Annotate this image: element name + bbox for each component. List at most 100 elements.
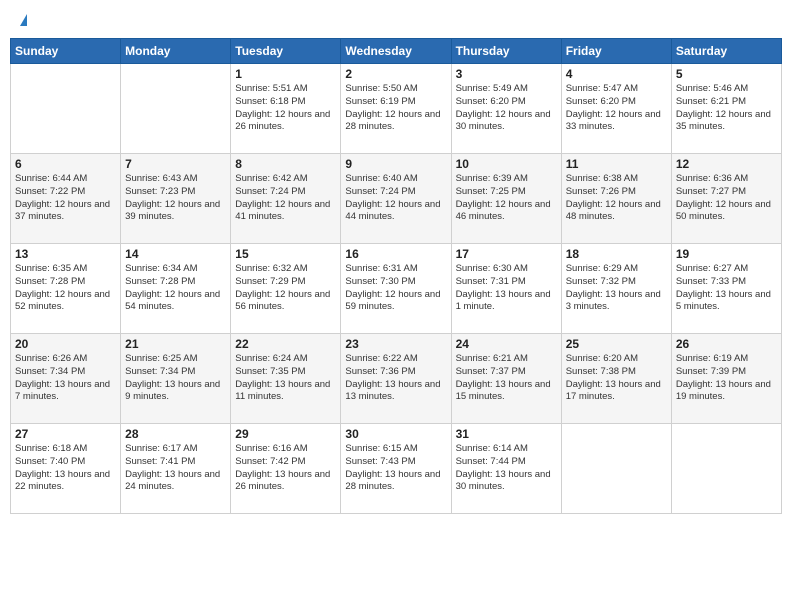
calendar-cell: 14 Sunrise: 6:34 AMSunset: 7:28 PMDaylig… [121,244,231,334]
day-detail: Sunrise: 6:29 AMSunset: 7:32 PMDaylight:… [566,263,667,314]
column-header-saturday: Saturday [671,39,781,64]
day-detail: Sunrise: 6:17 AMSunset: 7:41 PMDaylight:… [125,443,226,494]
day-number: 31 [456,427,557,441]
day-detail: Sunrise: 6:24 AMSunset: 7:35 PMDaylight:… [235,353,336,404]
day-detail: Sunrise: 6:15 AMSunset: 7:43 PMDaylight:… [345,443,446,494]
day-number: 9 [345,157,446,171]
calendar-cell: 6 Sunrise: 6:44 AMSunset: 7:22 PMDayligh… [11,154,121,244]
calendar-cell: 31 Sunrise: 6:14 AMSunset: 7:44 PMDaylig… [451,424,561,514]
calendar-cell [561,424,671,514]
calendar-cell: 19 Sunrise: 6:27 AMSunset: 7:33 PMDaylig… [671,244,781,334]
calendar-cell: 9 Sunrise: 6:40 AMSunset: 7:24 PMDayligh… [341,154,451,244]
day-detail: Sunrise: 6:16 AMSunset: 7:42 PMDaylight:… [235,443,336,494]
calendar-cell: 3 Sunrise: 5:49 AMSunset: 6:20 PMDayligh… [451,64,561,154]
calendar-cell [11,64,121,154]
calendar-header-row: SundayMondayTuesdayWednesdayThursdayFrid… [11,39,782,64]
day-detail: Sunrise: 6:39 AMSunset: 7:25 PMDaylight:… [456,173,557,224]
day-detail: Sunrise: 5:51 AMSunset: 6:18 PMDaylight:… [235,83,336,134]
day-detail: Sunrise: 6:42 AMSunset: 7:24 PMDaylight:… [235,173,336,224]
day-number: 1 [235,67,336,81]
day-number: 27 [15,427,116,441]
column-header-thursday: Thursday [451,39,561,64]
day-number: 10 [456,157,557,171]
calendar-cell: 22 Sunrise: 6:24 AMSunset: 7:35 PMDaylig… [231,334,341,424]
day-number: 2 [345,67,446,81]
calendar-cell: 20 Sunrise: 6:26 AMSunset: 7:34 PMDaylig… [11,334,121,424]
day-detail: Sunrise: 6:34 AMSunset: 7:28 PMDaylight:… [125,263,226,314]
calendar-cell: 12 Sunrise: 6:36 AMSunset: 7:27 PMDaylig… [671,154,781,244]
calendar-cell: 27 Sunrise: 6:18 AMSunset: 7:40 PMDaylig… [11,424,121,514]
logo-triangle-icon [20,14,27,26]
day-detail: Sunrise: 6:32 AMSunset: 7:29 PMDaylight:… [235,263,336,314]
column-header-monday: Monday [121,39,231,64]
day-number: 16 [345,247,446,261]
calendar-cell: 5 Sunrise: 5:46 AMSunset: 6:21 PMDayligh… [671,64,781,154]
day-detail: Sunrise: 6:25 AMSunset: 7:34 PMDaylight:… [125,353,226,404]
day-number: 19 [676,247,777,261]
day-number: 14 [125,247,226,261]
calendar-cell: 17 Sunrise: 6:30 AMSunset: 7:31 PMDaylig… [451,244,561,334]
day-detail: Sunrise: 6:43 AMSunset: 7:23 PMDaylight:… [125,173,226,224]
column-header-tuesday: Tuesday [231,39,341,64]
day-detail: Sunrise: 6:44 AMSunset: 7:22 PMDaylight:… [15,173,116,224]
calendar-cell: 15 Sunrise: 6:32 AMSunset: 7:29 PMDaylig… [231,244,341,334]
day-detail: Sunrise: 6:35 AMSunset: 7:28 PMDaylight:… [15,263,116,314]
day-number: 30 [345,427,446,441]
calendar-cell: 4 Sunrise: 5:47 AMSunset: 6:20 PMDayligh… [561,64,671,154]
calendar-cell: 30 Sunrise: 6:15 AMSunset: 7:43 PMDaylig… [341,424,451,514]
day-number: 6 [15,157,116,171]
day-number: 28 [125,427,226,441]
day-number: 12 [676,157,777,171]
day-detail: Sunrise: 5:46 AMSunset: 6:21 PMDaylight:… [676,83,777,134]
day-number: 3 [456,67,557,81]
day-number: 8 [235,157,336,171]
calendar-week-5: 27 Sunrise: 6:18 AMSunset: 7:40 PMDaylig… [11,424,782,514]
calendar-cell: 2 Sunrise: 5:50 AMSunset: 6:19 PMDayligh… [341,64,451,154]
day-detail: Sunrise: 6:30 AMSunset: 7:31 PMDaylight:… [456,263,557,314]
calendar-cell: 21 Sunrise: 6:25 AMSunset: 7:34 PMDaylig… [121,334,231,424]
day-number: 18 [566,247,667,261]
day-detail: Sunrise: 6:18 AMSunset: 7:40 PMDaylight:… [15,443,116,494]
calendar-week-3: 13 Sunrise: 6:35 AMSunset: 7:28 PMDaylig… [11,244,782,334]
day-number: 13 [15,247,116,261]
calendar-cell: 10 Sunrise: 6:39 AMSunset: 7:25 PMDaylig… [451,154,561,244]
day-number: 20 [15,337,116,351]
calendar-week-2: 6 Sunrise: 6:44 AMSunset: 7:22 PMDayligh… [11,154,782,244]
calendar-table: SundayMondayTuesdayWednesdayThursdayFrid… [10,38,782,514]
calendar-cell: 23 Sunrise: 6:22 AMSunset: 7:36 PMDaylig… [341,334,451,424]
calendar-cell: 18 Sunrise: 6:29 AMSunset: 7:32 PMDaylig… [561,244,671,334]
calendar-cell: 25 Sunrise: 6:20 AMSunset: 7:38 PMDaylig… [561,334,671,424]
calendar-cell: 16 Sunrise: 6:31 AMSunset: 7:30 PMDaylig… [341,244,451,334]
page-header [10,10,782,30]
day-number: 21 [125,337,226,351]
day-number: 7 [125,157,226,171]
calendar-cell: 1 Sunrise: 5:51 AMSunset: 6:18 PMDayligh… [231,64,341,154]
day-detail: Sunrise: 5:50 AMSunset: 6:19 PMDaylight:… [345,83,446,134]
day-detail: Sunrise: 6:22 AMSunset: 7:36 PMDaylight:… [345,353,446,404]
day-detail: Sunrise: 6:26 AMSunset: 7:34 PMDaylight:… [15,353,116,404]
calendar-cell [121,64,231,154]
day-detail: Sunrise: 6:19 AMSunset: 7:39 PMDaylight:… [676,353,777,404]
day-number: 15 [235,247,336,261]
calendar-cell: 26 Sunrise: 6:19 AMSunset: 7:39 PMDaylig… [671,334,781,424]
day-number: 4 [566,67,667,81]
day-number: 29 [235,427,336,441]
day-number: 11 [566,157,667,171]
calendar-cell: 8 Sunrise: 6:42 AMSunset: 7:24 PMDayligh… [231,154,341,244]
calendar-cell: 29 Sunrise: 6:16 AMSunset: 7:42 PMDaylig… [231,424,341,514]
calendar-cell: 7 Sunrise: 6:43 AMSunset: 7:23 PMDayligh… [121,154,231,244]
day-detail: Sunrise: 6:14 AMSunset: 7:44 PMDaylight:… [456,443,557,494]
calendar-cell [671,424,781,514]
day-number: 24 [456,337,557,351]
day-number: 17 [456,247,557,261]
day-number: 22 [235,337,336,351]
column-header-friday: Friday [561,39,671,64]
day-number: 25 [566,337,667,351]
day-number: 23 [345,337,446,351]
day-detail: Sunrise: 6:20 AMSunset: 7:38 PMDaylight:… [566,353,667,404]
calendar-cell: 24 Sunrise: 6:21 AMSunset: 7:37 PMDaylig… [451,334,561,424]
day-detail: Sunrise: 6:21 AMSunset: 7:37 PMDaylight:… [456,353,557,404]
day-detail: Sunrise: 5:47 AMSunset: 6:20 PMDaylight:… [566,83,667,134]
day-detail: Sunrise: 6:31 AMSunset: 7:30 PMDaylight:… [345,263,446,314]
logo [18,14,27,26]
